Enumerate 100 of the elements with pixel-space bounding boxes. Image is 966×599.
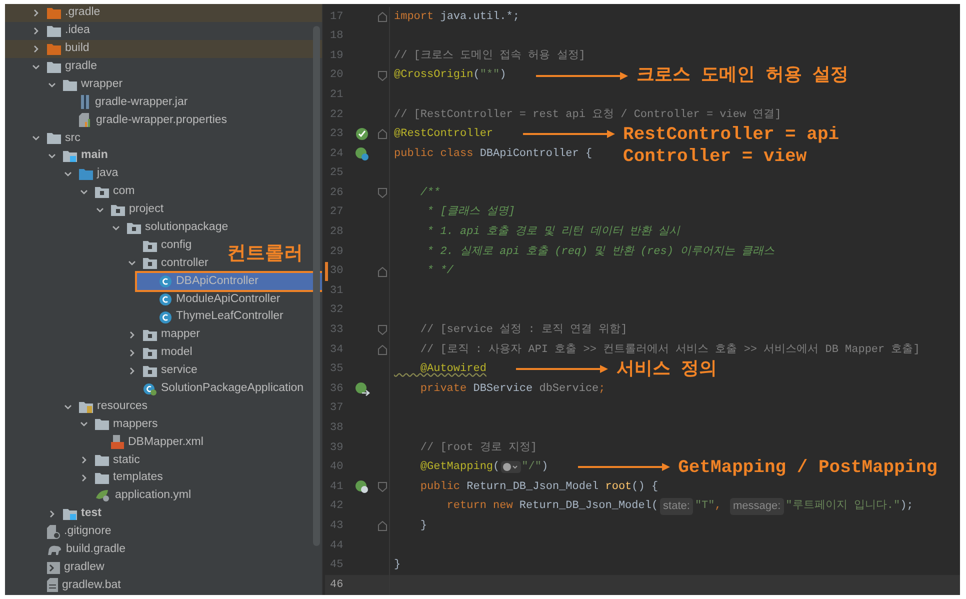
package-icon [95, 186, 109, 198]
tree-item[interactable]: config [141, 237, 200, 254]
globe-dropdown-icon[interactable] [500, 461, 521, 474]
fold-marker-icon[interactable] [378, 188, 387, 198]
tree-item[interactable]: ThymeLeafController [157, 308, 292, 326]
code-token: // [root 경로 지정] [419, 440, 538, 456]
code-token: private [419, 382, 468, 397]
tree-item[interactable]: gradle-wrapper.properties [77, 112, 236, 129]
code-token: DBService [473, 382, 534, 397]
fold-marker-icon[interactable] [378, 129, 387, 140]
chevron-right-icon[interactable] [127, 330, 137, 340]
chevron-right-icon[interactable] [47, 508, 57, 519]
tree-item[interactable]: project [109, 201, 172, 218]
parameter-hint: state: [660, 498, 693, 515]
line-number: 18 [329, 29, 344, 44]
tree-item[interactable]: gradlew.bat [45, 576, 129, 594]
tree-item[interactable]: build.gradle [45, 541, 134, 558]
tree-item[interactable]: gradle [45, 58, 105, 76]
chevron-right-icon[interactable] [79, 455, 89, 466]
bean-globe-icon[interactable] [355, 146, 369, 161]
tree-item[interactable]: ModuleApiController [157, 290, 288, 308]
folder-icon [47, 60, 61, 73]
tree-item[interactable]: resources [77, 398, 156, 416]
tree-item[interactable]: application.yml [93, 487, 200, 504]
chevron-right-icon[interactable] [31, 44, 41, 54]
chevron-right-icon[interactable] [127, 348, 137, 358]
line-number: 44 [329, 538, 344, 554]
annotation-label: GetMapping / PostMapping [678, 456, 938, 480]
properties-file-icon [79, 113, 92, 128]
code-token: ( [473, 68, 480, 84]
tree-item[interactable]: DBMapper.xml [109, 434, 212, 451]
scrollbar[interactable] [313, 26, 320, 546]
fold-marker-icon[interactable] [378, 12, 387, 22]
chevron-right-icon[interactable] [31, 26, 41, 36]
annotation-label: RestController = api [623, 124, 840, 147]
bean-arrow-icon[interactable] [354, 382, 370, 396]
line-number: 32 [329, 303, 344, 318]
globe-icon[interactable] [355, 480, 369, 494]
tree-item[interactable]: gradlew [45, 559, 112, 576]
package-icon [143, 364, 157, 377]
tree-item[interactable]: com [93, 183, 143, 200]
tree-item[interactable]: model [141, 344, 200, 362]
line-number: 42 [329, 499, 344, 514]
tree-item[interactable]: build [45, 40, 98, 58]
fold-marker-icon[interactable] [378, 482, 387, 492]
bean-check-icon[interactable] [355, 127, 369, 142]
tree-item[interactable]: mapper [141, 326, 208, 344]
chevron-right-icon[interactable] [79, 473, 89, 484]
tree-item[interactable]: java [77, 165, 126, 182]
code-token: @CrossOrigin [394, 68, 474, 84]
code-token: ) [541, 460, 548, 476]
line-number: 36 [329, 382, 344, 397]
line-number: 45 [329, 558, 344, 574]
tree-item[interactable]: .gradle [45, 4, 108, 22]
tree-item[interactable]: wrapper [61, 76, 131, 93]
tree-item[interactable]: gradle-wrapper.jar [77, 94, 196, 111]
code-token: * [클래스 설명] [426, 204, 516, 220]
folder-icon [47, 24, 61, 37]
code-token: "*" [480, 68, 500, 84]
line-number: 29 [329, 244, 344, 260]
fold-marker-icon[interactable] [378, 521, 387, 532]
tree-item[interactable]: src [45, 130, 88, 147]
tree-item[interactable]: mappers [93, 416, 166, 433]
folder-icon [47, 6, 61, 19]
tree-item[interactable]: templates [93, 470, 171, 487]
code-token: public [419, 480, 462, 495]
line-number: 33 [329, 323, 344, 338]
tree-item[interactable]: solutionpackage [125, 219, 236, 236]
tree-item[interactable]: test [61, 505, 110, 522]
tree-item[interactable]: service [141, 362, 206, 380]
line-number: 38 [329, 421, 344, 436]
fold-marker-icon[interactable] [378, 344, 387, 355]
line-number: 41 [329, 480, 344, 495]
resources-folder-icon [79, 400, 93, 413]
tree-item[interactable]: main [61, 148, 116, 165]
chevron-right-icon[interactable] [127, 366, 137, 376]
tree-item[interactable]: controller [141, 254, 216, 272]
fold-marker-icon[interactable] [378, 266, 387, 277]
tree-item[interactable]: static [93, 452, 148, 469]
fold-marker-icon[interactable] [378, 70, 387, 81]
code-token: ) [500, 68, 506, 84]
fold-marker-icon[interactable] [378, 325, 387, 336]
tree-item[interactable]: .idea [45, 22, 98, 40]
code-token: // [크로스 도메인 접속 허용 설정] [394, 48, 586, 64]
tree-item[interactable]: .gitignore [45, 523, 120, 540]
tree-item[interactable]: SolutionPackageApplication [141, 380, 312, 398]
code-token: import [394, 10, 435, 25]
package-icon [143, 328, 157, 341]
elephant-icon [47, 544, 62, 556]
line-number: 39 [329, 440, 344, 456]
annotation-label: 컨트롤러 [227, 242, 303, 266]
annotation-label: 크로스 도메인 허용 설정 [636, 64, 849, 88]
code-token: // [service 설정 : 로직 연결 위함] [419, 322, 628, 338]
chevron-right-icon[interactable] [31, 8, 41, 18]
code-token: () { [632, 480, 658, 495]
code-token: @Autowired [419, 362, 486, 378]
folder-icon [47, 42, 61, 55]
line-number: 25 [329, 166, 344, 182]
line-number: 20 [329, 68, 344, 84]
code-token: public class [394, 146, 474, 162]
